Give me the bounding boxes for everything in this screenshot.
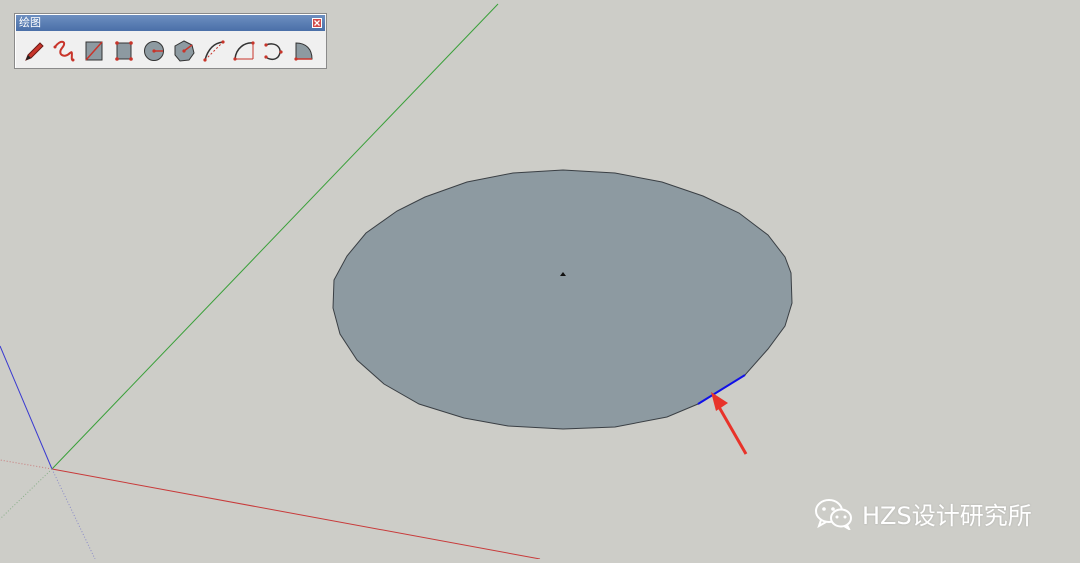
arc-icon[interactable] (199, 36, 228, 65)
watermark: HZS设计研究所 (814, 496, 1032, 531)
green-axis-negative (0, 468, 53, 520)
circle-icon[interactable] (139, 36, 168, 65)
close-icon[interactable] (312, 18, 322, 28)
blue-axis (0, 345, 53, 470)
freehand-icon[interactable] (49, 36, 78, 65)
red-axis-negative (0, 459, 53, 470)
two-point-arc-icon[interactable] (229, 36, 258, 65)
toolbar-tools (19, 36, 318, 66)
red-axis (51, 468, 541, 560)
annotation-arrow (711, 392, 748, 455)
polygon-icon[interactable] (169, 36, 198, 65)
circle-face (332, 169, 793, 430)
drawing-toolbar[interactable]: 绘图 (14, 13, 327, 69)
rectangle-icon[interactable] (79, 36, 108, 65)
pencil-icon[interactable] (19, 36, 48, 65)
blue-axis-negative (51, 468, 96, 560)
rotated-rectangle-icon[interactable] (109, 36, 138, 65)
modeling-viewport[interactable] (0, 0, 1080, 560)
pie-icon[interactable] (289, 36, 318, 65)
toolbar-title: 绘图 (19, 16, 41, 29)
toolbar-title-bar[interactable]: 绘图 (16, 15, 325, 31)
wechat-icon (815, 498, 852, 530)
watermark-text: HZS设计研究所 (862, 502, 1032, 530)
three-point-arc-icon[interactable] (259, 36, 288, 65)
